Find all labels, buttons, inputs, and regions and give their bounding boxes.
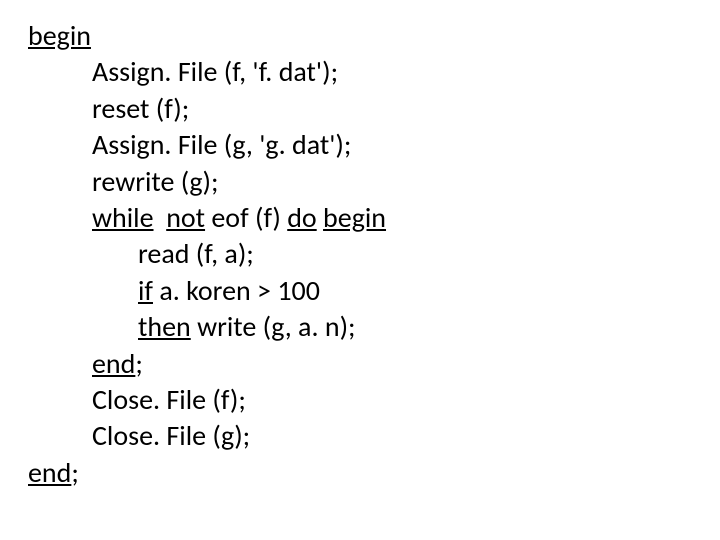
code-text: Assign. File (g, 'g. dat'); <box>92 127 351 162</box>
code-line: Close. File (f); <box>28 382 692 418</box>
code-line: then write (g, a. n); <box>28 309 692 345</box>
keyword-if: if <box>138 273 153 308</box>
code-text: eof (f) <box>205 200 287 235</box>
code-text: read (f, a); <box>138 236 254 271</box>
keyword-begin: begin <box>28 18 91 53</box>
code-text: reset (f); <box>92 91 189 126</box>
keyword-not: not <box>166 200 205 235</box>
code-text: a. koren > 100 <box>153 273 320 308</box>
keyword-then: then <box>138 309 191 344</box>
code-text: Close. File (f); <box>92 382 246 417</box>
keyword-end: end <box>92 346 135 381</box>
code-line: begin <box>28 18 692 54</box>
code-line: reset (f); <box>28 91 692 127</box>
code-line: if a. koren > 100 <box>28 273 692 309</box>
code-text: Assign. File (f, 'f. dat'); <box>92 54 338 89</box>
code-text: rewrite (g); <box>92 164 219 199</box>
code-text: ; <box>135 346 143 381</box>
keyword-do: do <box>287 200 316 235</box>
code-line: read (f, a); <box>28 236 692 272</box>
code-line: end; <box>28 455 692 491</box>
code-line: Close. File (g); <box>28 418 692 454</box>
code-line: end; <box>28 346 692 382</box>
keyword-end: end <box>28 455 71 490</box>
code-text: ; <box>71 455 79 490</box>
code-line: Assign. File (f, 'f. dat'); <box>28 54 692 90</box>
code-line: rewrite (g); <box>28 164 692 200</box>
code-text: Close. File (g); <box>92 418 250 453</box>
code-line: while not eof (f) do begin <box>28 200 692 236</box>
keyword-begin: begin <box>323 200 386 235</box>
code-line: Assign. File (g, 'g. dat'); <box>28 127 692 163</box>
keyword-while: while <box>92 200 154 235</box>
code-block: begin Assign. File (f, 'f. dat'); reset … <box>0 0 720 509</box>
code-text <box>154 200 167 235</box>
code-text: write (g, a. n); <box>191 309 356 344</box>
